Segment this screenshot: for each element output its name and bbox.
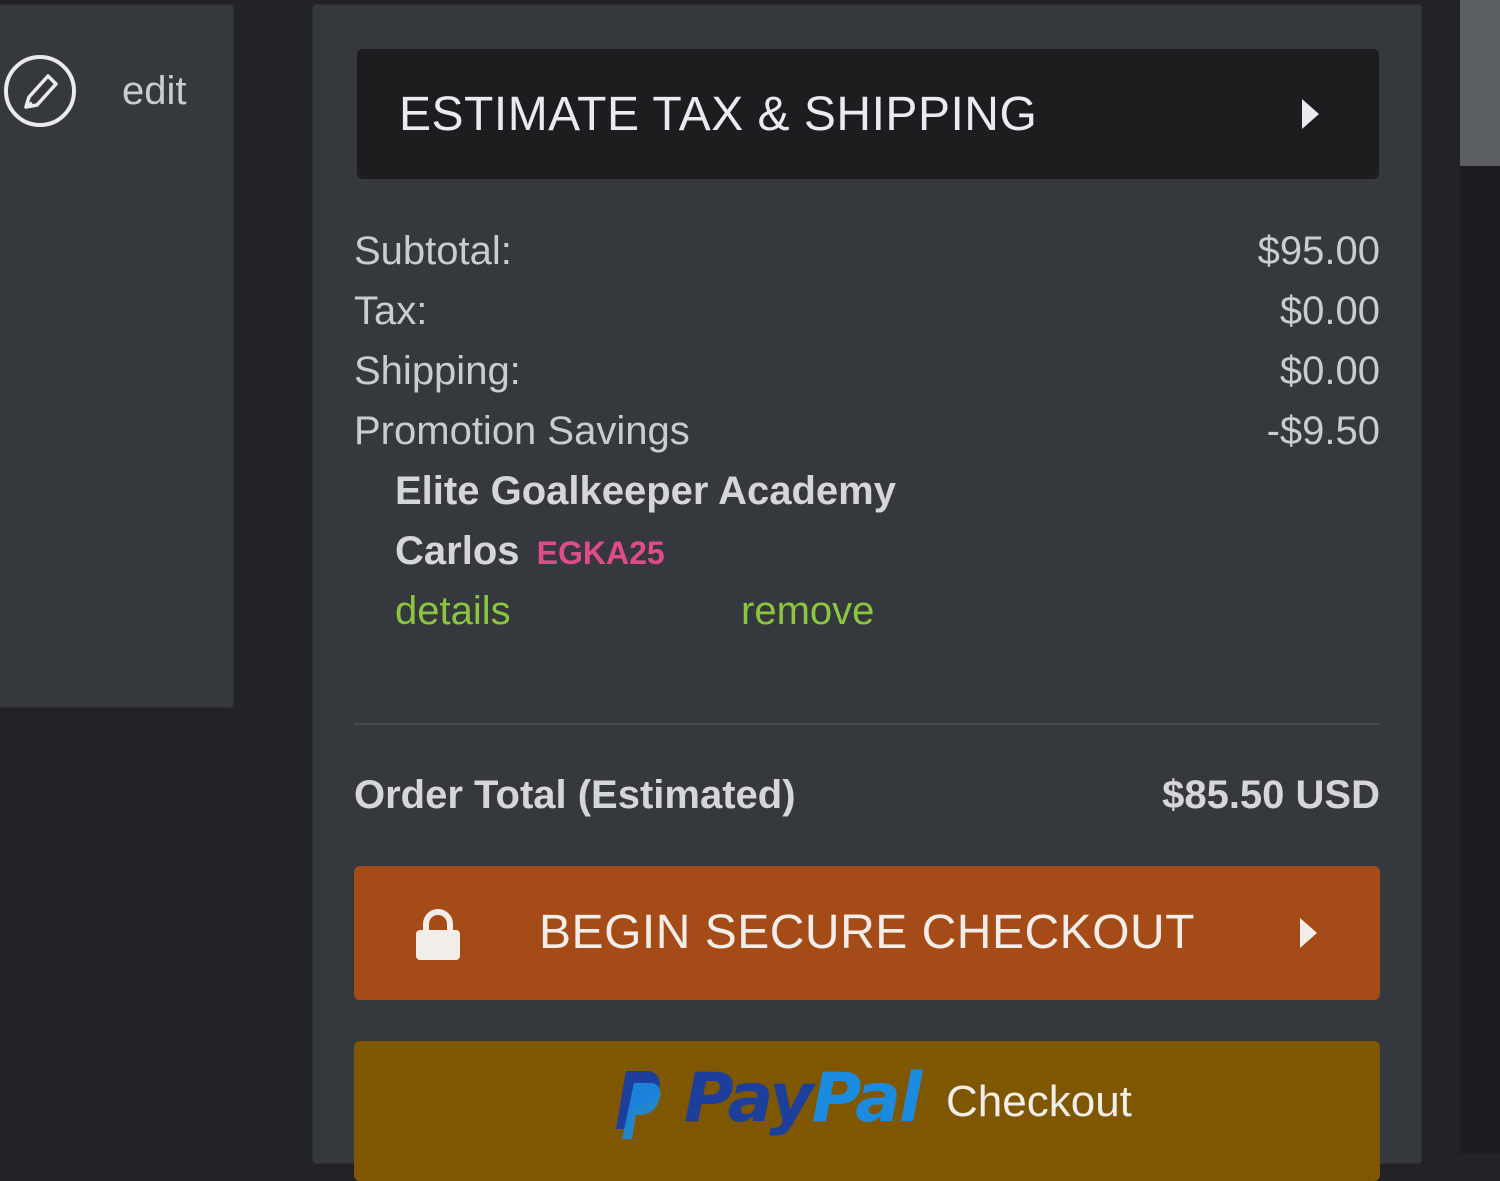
paypal-pal-text: Pal <box>811 1059 923 1138</box>
paypal-checkout-label: Checkout <box>946 1077 1132 1126</box>
scrollbar[interactable] <box>1460 0 1500 1154</box>
promotion-name-line2: Carlos EGKA25 <box>395 521 665 581</box>
cart-item-panel: edit <box>0 4 234 708</box>
order-total-value: $85.50 USD <box>1162 773 1380 817</box>
begin-secure-checkout-button[interactable]: BEGIN SECURE CHECKOUT <box>354 866 1380 1000</box>
paypal-checkout-button[interactable]: PayPal Checkout <box>354 1041 1380 1181</box>
order-total-label: Order Total (Estimated) <box>354 773 796 817</box>
promotion-details-link[interactable]: details <box>395 581 511 641</box>
promotion-savings-label: Promotion Savings <box>354 409 690 453</box>
caret-right-icon <box>1300 918 1317 948</box>
estimate-tax-shipping-label: ESTIMATE TAX & SHIPPING <box>399 87 1038 141</box>
pencil-circle-icon[interactable] <box>2 53 78 129</box>
estimate-tax-shipping-button[interactable]: ESTIMATE TAX & SHIPPING <box>357 49 1379 179</box>
divider <box>354 723 1380 725</box>
edit-control[interactable]: edit <box>2 53 187 129</box>
shipping-label: Shipping: <box>354 349 521 393</box>
promotion-name-second: Carlos <box>395 529 520 573</box>
promotion-savings-row: Promotion Savings -$9.50 <box>354 401 1380 461</box>
promotion-savings-value: -$9.50 <box>1266 409 1380 453</box>
caret-right-icon <box>1302 99 1319 129</box>
promotion-code: EGKA25 <box>536 535 665 571</box>
subtotal-value: $95.00 <box>1257 229 1380 273</box>
order-total-row: Order Total (Estimated) $85.50 USD <box>354 765 1380 825</box>
checkout-label: BEGIN SECURE CHECKOUT <box>539 906 1195 959</box>
tax-value: $0.00 <box>1279 289 1380 333</box>
promotion-name: Elite Goalkeeper Academy <box>395 469 896 513</box>
tax-label: Tax: <box>354 289 428 333</box>
paypal-pay-text: Pay <box>684 1059 814 1138</box>
paypal-logo-icon <box>616 1069 662 1141</box>
tax-row: Tax: $0.00 <box>354 281 1380 341</box>
scrollbar-thumb[interactable] <box>1460 0 1500 166</box>
edit-link[interactable]: edit <box>122 69 187 114</box>
order-summary-panel: ESTIMATE TAX & SHIPPING Subtotal: $95.00… <box>312 4 1422 1181</box>
promotion-remove-link[interactable]: remove <box>741 581 874 641</box>
subtotal-row: Subtotal: $95.00 <box>354 221 1380 281</box>
subtotal-label: Subtotal: <box>354 229 512 273</box>
shipping-row: Shipping: $0.00 <box>354 341 1380 401</box>
shipping-value: $0.00 <box>1279 349 1380 393</box>
paypal-wordmark: PayPal <box>684 1059 923 1138</box>
